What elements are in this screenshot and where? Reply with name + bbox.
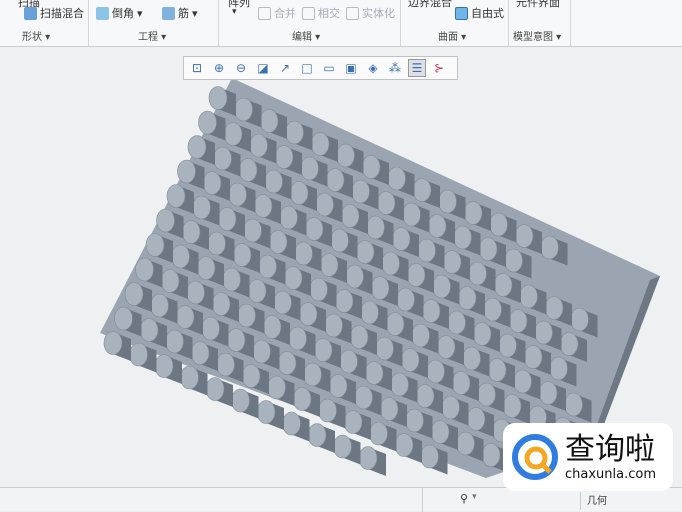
round-label: 倒角 <box>112 7 134 20</box>
graphics-area[interactable] <box>0 48 682 487</box>
view-toolbar: ⊡ ⊕ ⊖ ◪ ↗ □ ▭ ▣ ◈ ⁂ ☰ ⊱ <box>183 56 458 80</box>
sweep-blend-label: 扫描混合 <box>40 7 84 20</box>
group-editing[interactable]: 编辑 ▾ <box>292 28 320 43</box>
freestyle-icon <box>455 6 468 20</box>
divider <box>508 0 509 46</box>
merge-button[interactable]: 合并 <box>258 5 296 21</box>
cylinder <box>282 411 310 442</box>
cylinder <box>307 423 335 453</box>
sweep-blend-button[interactable]: 扫描混合 <box>24 5 84 21</box>
reorient-icon[interactable]: ↗ <box>276 59 294 77</box>
annotation-icon[interactable]: ⊱ <box>430 59 448 77</box>
solidify-icon <box>346 6 359 20</box>
datum-display-icon[interactable]: ⁂ <box>386 59 404 77</box>
group-model-intent-label: 模型意图 <box>513 32 553 43</box>
saved-views-icon[interactable]: ▭ <box>320 59 338 77</box>
boundary-blend-button[interactable]: 边界混合 <box>408 0 452 10</box>
freestyle-label: 自由式 <box>471 7 504 20</box>
zoom-in-icon[interactable]: ⊕ <box>210 59 228 77</box>
rib-icon <box>162 6 175 20</box>
round-button[interactable]: 倒角 ▾ <box>96 5 143 21</box>
group-shape-label: 形状 <box>22 32 42 43</box>
divider <box>218 0 219 46</box>
watermark-name: 查询啦 <box>565 431 655 467</box>
group-engineering[interactable]: 工程 ▾ <box>138 28 166 43</box>
display-style-icon[interactable]: □ <box>298 59 316 77</box>
merge-icon <box>258 6 271 20</box>
group-engineering-label: 工程 <box>138 32 158 43</box>
group-editing-label: 编辑 <box>292 32 312 43</box>
divider <box>570 0 571 46</box>
rib-button[interactable]: 筋 ▾ <box>162 5 198 21</box>
filter-value: 几何 <box>587 496 607 507</box>
perspective-icon[interactable]: ◈ <box>364 59 382 77</box>
watermark-logo-icon <box>512 434 558 480</box>
solidify-label: 实体化 <box>362 7 395 20</box>
group-model-intent[interactable]: 模型意图 ▾ <box>513 28 561 43</box>
selection-filter[interactable]: 几何 <box>580 492 682 510</box>
refit-icon[interactable]: ⊡ <box>188 59 206 77</box>
boundary-label: 边界混合 <box>408 0 452 9</box>
intersect-label: 相交 <box>318 7 340 20</box>
solidify-button[interactable]: 实体化 <box>346 5 395 21</box>
cylinder <box>231 388 259 419</box>
component-interface-label: 元件界面 <box>516 0 560 9</box>
repaint-icon[interactable]: ◪ <box>254 59 272 77</box>
component-interface-button[interactable]: 元件界面 <box>516 0 560 10</box>
sweep-blend-icon <box>24 6 37 20</box>
chevron-down-icon: ▾ <box>472 492 477 502</box>
binoculars-icon: ⚲ <box>460 492 469 505</box>
divider <box>422 488 423 512</box>
cylinder <box>358 446 386 476</box>
pattern-dropdown[interactable]: ▾ <box>232 7 237 17</box>
intersect-icon <box>302 6 315 20</box>
group-surfaces[interactable]: 曲面 ▾ <box>438 28 466 43</box>
find-button[interactable]: ⚲ ▾ <box>460 492 477 505</box>
cylinder <box>333 434 361 465</box>
view-manager-icon[interactable]: ▣ <box>342 59 360 77</box>
divider <box>400 0 401 46</box>
cylinder <box>205 377 233 407</box>
merge-label: 合并 <box>274 7 296 20</box>
divider <box>88 0 89 46</box>
group-surfaces-label: 曲面 <box>438 32 458 43</box>
rib-label: 筋 <box>178 7 189 20</box>
watermark-url: chaxunla.com <box>565 466 656 482</box>
zoom-out-icon[interactable]: ⊖ <box>232 59 250 77</box>
round-icon <box>96 6 109 20</box>
freestyle-button[interactable]: 自由式 <box>455 5 504 21</box>
watermark: 查询啦 chaxunla.com <box>503 423 673 491</box>
ribbon: 扫描 扫描混合 形状 ▾ 倒角 ▾ 筋 ▾ 工程 ▾ 阵列 ▾ 合并 相交 实体… <box>0 0 682 47</box>
intersect-button[interactable]: 相交 <box>302 5 340 21</box>
spin-center-icon[interactable]: ☰ <box>408 59 426 77</box>
group-shape[interactable]: 形状 ▾ <box>22 28 50 43</box>
cylinder <box>256 400 284 430</box>
